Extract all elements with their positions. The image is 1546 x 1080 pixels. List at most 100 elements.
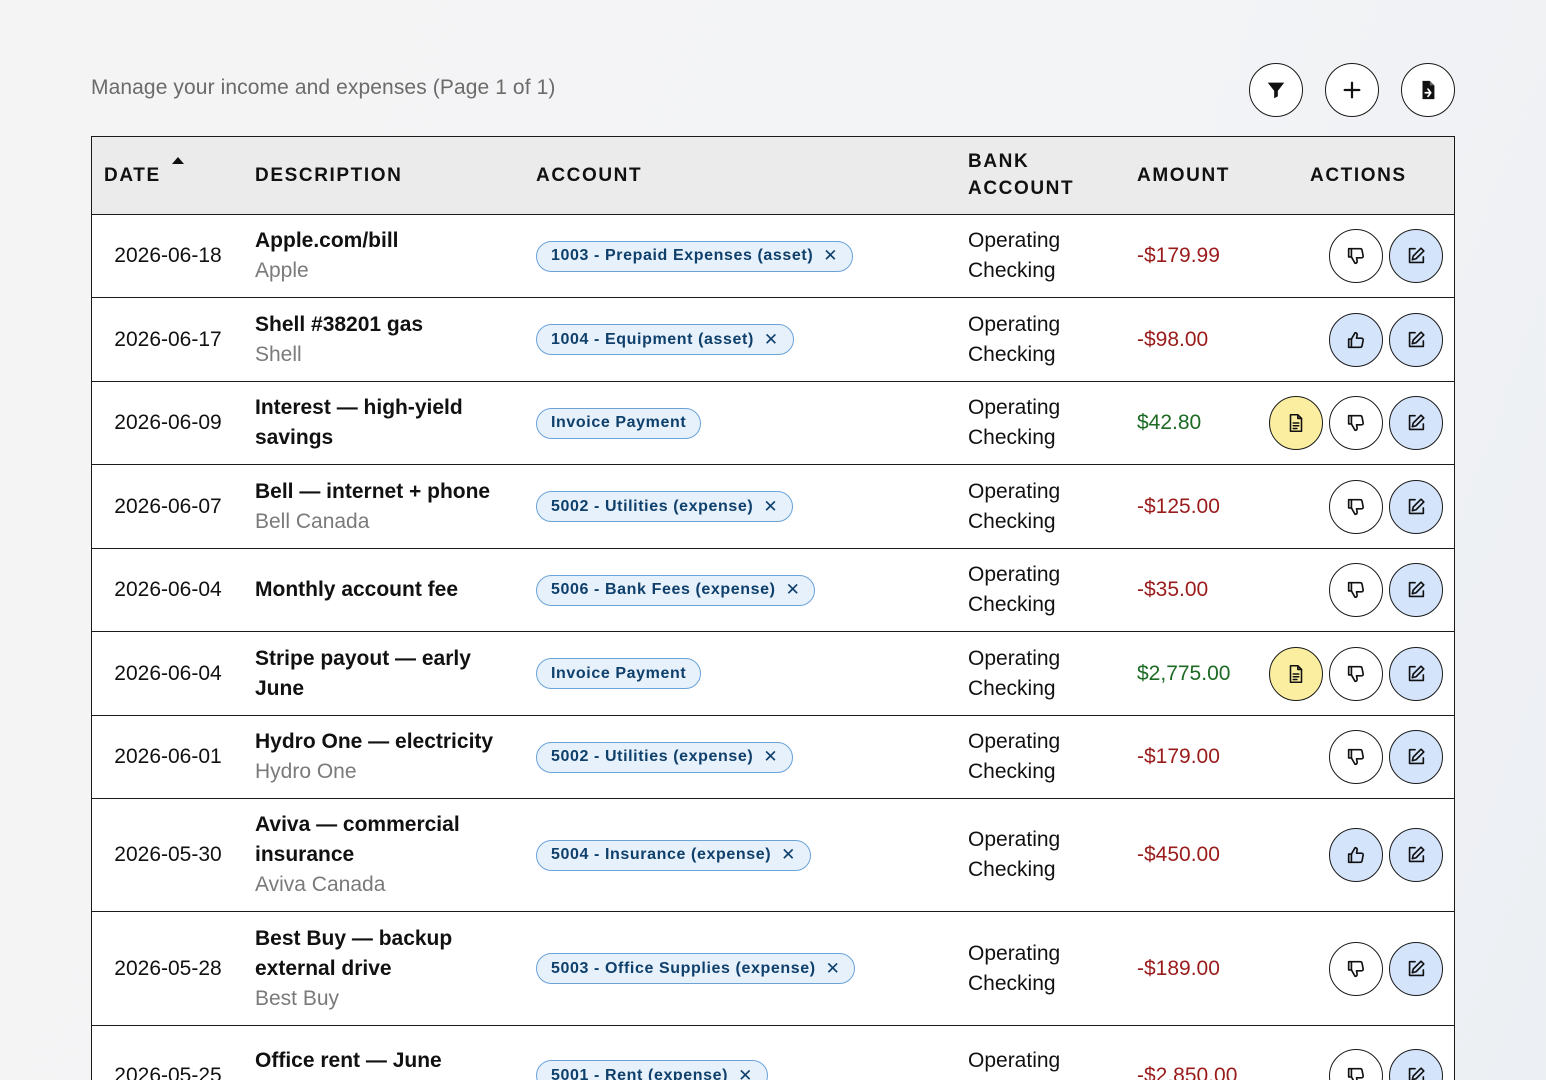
account-tag[interactable]: Invoice Payment	[536, 658, 702, 689]
column-header-date[interactable]: Date	[104, 162, 161, 189]
edit-button[interactable]	[1389, 229, 1443, 283]
row-description: Stripe payout — early June	[255, 632, 525, 715]
row-description-vendor: Shell	[255, 342, 302, 366]
row-bank-account: Operating Checking	[968, 563, 1061, 616]
table-row: 2026-06-09 Interest — high-yield savings…	[92, 382, 1454, 465]
row-bank-account: Operating Checking	[968, 730, 1061, 783]
row-amount: -$179.99	[1137, 244, 1220, 267]
row-description: Best Buy — backup external drive Best Bu…	[255, 912, 525, 1025]
account-tag[interactable]: 5003 - Office Supplies (expense) ✕	[536, 953, 856, 984]
approve-button[interactable]	[1329, 1048, 1383, 1080]
row-description-vendor: Apple	[255, 259, 309, 282]
row-description-title: Bell — internet + phone	[255, 479, 491, 503]
remove-tag-icon[interactable]: ✕	[763, 497, 778, 517]
table-row: 2026-06-04 Stripe payout — early June In…	[92, 632, 1454, 716]
row-description-title: Hydro One — electricity	[255, 730, 494, 753]
approve-button[interactable]	[1329, 828, 1383, 882]
approve-button[interactable]	[1329, 563, 1383, 617]
approve-button[interactable]	[1329, 479, 1383, 534]
row-account: 5004 - Insurance (expense) ✕	[536, 799, 811, 911]
table-row: 2026-06-04 Monthly account fee 5006 - Ba…	[92, 549, 1454, 632]
view-invoice-button[interactable]	[1269, 396, 1323, 450]
filter-button[interactable]	[1249, 63, 1303, 117]
row-description-vendor: Sterling Property Mgmt	[255, 1076, 470, 1080]
row-date: 2026-06-01	[114, 745, 222, 768]
account-tag[interactable]: 5002 - Utilities (expense) ✕	[536, 741, 794, 773]
edit-button[interactable]	[1389, 396, 1443, 450]
remove-tag-icon[interactable]: ✕	[826, 959, 841, 979]
row-account: 1003 - Prepaid Expenses (asset) ✕	[536, 215, 854, 297]
view-invoice-button[interactable]	[1269, 646, 1323, 701]
remove-tag-icon[interactable]: ✕	[763, 747, 778, 767]
row-amount: -$35.00	[1137, 578, 1209, 601]
account-tag-label: 5002 - Utilities (expense)	[551, 748, 754, 765]
row-description-title: Office rent — June	[255, 1048, 442, 1072]
filter-icon	[1267, 82, 1285, 99]
edit-icon	[1405, 412, 1427, 434]
row-date: 2026-05-25	[114, 1063, 222, 1080]
row-bank-account: Operating Checking	[968, 479, 1061, 533]
edit-icon	[1405, 245, 1427, 267]
account-tag[interactable]: 5001 - Rent (expense) ✕	[536, 1060, 768, 1080]
row-amount: -$450.00	[1137, 843, 1220, 866]
account-tag[interactable]: 5006 - Bank Fees (expense) ✕	[536, 574, 816, 606]
approve-button[interactable]	[1329, 312, 1383, 367]
sort-ascending-icon[interactable]	[172, 157, 184, 164]
account-tag-label: Invoice Payment	[551, 414, 687, 431]
thumbs-down-icon	[1345, 958, 1367, 980]
row-account: 5002 - Utilities (expense) ✕	[536, 465, 794, 548]
row-actions	[1329, 716, 1443, 798]
row-description: Aviva — commercial insurance Aviva Canad…	[255, 799, 525, 911]
row-description: Apple.com/bill Apple	[255, 215, 525, 297]
edit-button[interactable]	[1389, 941, 1443, 996]
row-account: 1004 - Equipment (asset) ✕	[536, 298, 794, 381]
approve-button[interactable]	[1329, 646, 1383, 701]
remove-tag-icon[interactable]: ✕	[823, 246, 838, 266]
edit-button[interactable]	[1389, 563, 1443, 617]
edit-button[interactable]	[1389, 312, 1443, 367]
approve-button[interactable]	[1329, 396, 1383, 450]
remove-tag-icon[interactable]: ✕	[764, 330, 779, 350]
account-tag[interactable]: 1003 - Prepaid Expenses (asset) ✕	[536, 240, 854, 272]
row-date: 2026-06-09	[114, 411, 222, 434]
account-tag[interactable]: 5002 - Utilities (expense) ✕	[536, 491, 794, 522]
row-bank-account: Operating Checking	[968, 941, 1061, 995]
thumbs-down-icon	[1345, 496, 1367, 518]
top-actions	[1249, 63, 1455, 117]
approve-button[interactable]	[1329, 730, 1383, 784]
import-button[interactable]	[1401, 63, 1455, 117]
thumbs-down-icon	[1345, 746, 1367, 768]
account-tag[interactable]: 1004 - Equipment (asset) ✕	[536, 324, 794, 355]
row-date: 2026-06-07	[114, 494, 222, 518]
edit-button[interactable]	[1389, 730, 1443, 784]
row-account: Invoice Payment	[536, 382, 702, 464]
account-tag[interactable]: 5004 - Insurance (expense) ✕	[536, 839, 811, 871]
approve-button[interactable]	[1329, 941, 1383, 996]
add-transaction-button[interactable]	[1325, 63, 1379, 117]
row-date: 2026-06-04	[114, 578, 222, 601]
remove-tag-icon[interactable]: ✕	[738, 1066, 753, 1080]
row-description-title: Shell #38201 gas	[255, 312, 424, 336]
thumbs-down-icon	[1345, 245, 1367, 267]
row-description-title: Stripe payout — early June	[255, 646, 471, 700]
remove-tag-icon[interactable]: ✕	[786, 580, 801, 600]
row-amount: -$189.00	[1137, 956, 1220, 980]
edit-icon	[1405, 746, 1427, 768]
table-header: Date Description Account Bank Account Am…	[92, 137, 1454, 215]
edit-button[interactable]	[1389, 646, 1443, 701]
row-description: Monthly account fee	[255, 549, 525, 631]
column-header-amount: Amount	[1137, 165, 1230, 186]
row-account: Invoice Payment	[536, 632, 702, 715]
row-amount: -$2,850.00	[1137, 1063, 1238, 1080]
account-tag[interactable]: Invoice Payment	[536, 407, 702, 439]
row-bank-account: Operating Checking	[968, 1048, 1061, 1080]
edit-button[interactable]	[1389, 828, 1443, 882]
row-account: 5006 - Bank Fees (expense) ✕	[536, 549, 816, 631]
remove-tag-icon[interactable]: ✕	[781, 845, 796, 865]
edit-button[interactable]	[1389, 479, 1443, 534]
row-bank-account: Operating Checking	[968, 312, 1061, 366]
thumbs-up-icon	[1345, 329, 1367, 351]
edit-button[interactable]	[1389, 1048, 1443, 1080]
thumbs-up-icon	[1345, 844, 1367, 866]
approve-button[interactable]	[1329, 229, 1383, 283]
